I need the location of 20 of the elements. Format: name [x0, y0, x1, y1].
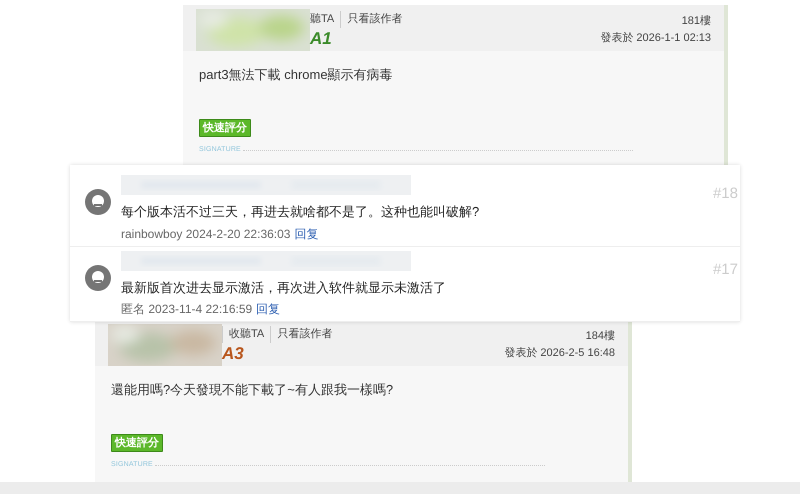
rank-label: A1	[310, 30, 332, 47]
avatar-icon	[84, 188, 112, 216]
author-link[interactable]: 只看該作者	[340, 11, 402, 28]
floor-number: 181樓	[682, 14, 711, 29]
post-time: 發表於 2026-1-1 02:13	[600, 30, 711, 46]
author-link[interactable]: 聽TA	[310, 11, 334, 28]
post-body: part3無法下載 chrome顯示有病毒	[198, 66, 394, 84]
reply-link[interactable]: 回复	[256, 300, 280, 318]
comment-meta: rainbowboy 2024-2-20 22:36:03	[121, 226, 290, 242]
floor-number: 184樓	[586, 329, 615, 344]
comment-meta: 匿名 2023-11-4 22:16:59	[121, 301, 252, 318]
author-link[interactable]: 只看該作者	[270, 326, 332, 342]
post-time: 發表於 2026-2-5 16:48	[504, 346, 615, 360]
avatar-icon	[84, 264, 112, 292]
post-body: 還能用嗎?今天發現不能下載了~有人跟我一樣嗎?	[110, 381, 394, 399]
author-link[interactable]: 收聽TA	[222, 326, 264, 342]
comment-text: 最新版首次进去显示激活，再次进入软件就显示未激活了	[121, 278, 446, 296]
reply-link[interactable]: 回复	[294, 224, 318, 242]
rank-label: A3	[222, 345, 244, 362]
comment-text: 每个版本活不过三天，再进去就啥都不是了。这种也能叫破解?	[121, 203, 480, 221]
